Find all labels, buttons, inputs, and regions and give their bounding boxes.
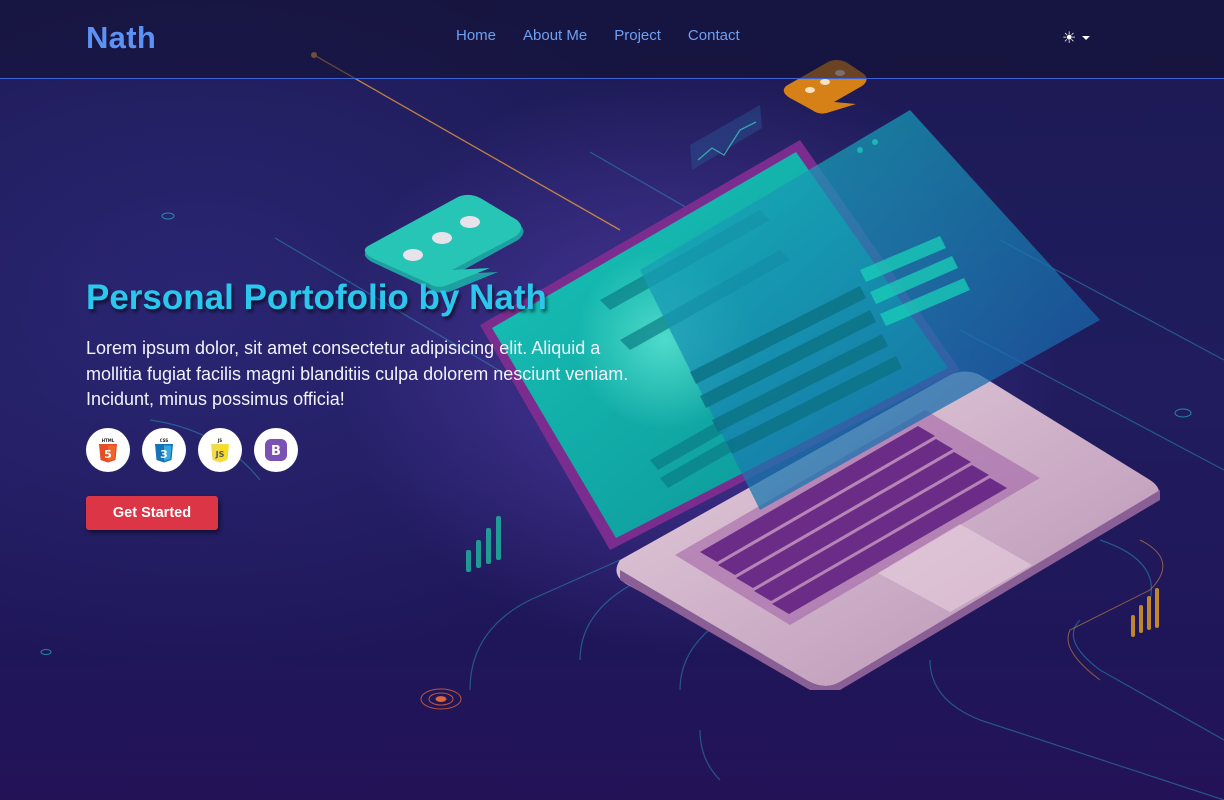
brand-logo[interactable]: Nath <box>86 20 156 56</box>
hero-description: Lorem ipsum dolor, sit amet consectetur … <box>86 338 629 409</box>
css3-icon-glyph: 3 <box>160 448 168 461</box>
theme-toggle-dropdown[interactable]: ☀ <box>1062 28 1091 47</box>
hero-section: Personal Portofolio by Nath Lorem ipsum … <box>86 278 646 530</box>
css3-icon: CSS 3 <box>142 427 186 472</box>
nav-link-project[interactable]: Project <box>614 27 661 44</box>
tech-icons: HTML 5 CSS 3 JS JS B <box>86 427 646 472</box>
nav-link-contact[interactable]: Contact <box>688 27 740 44</box>
nav-link-about-me[interactable]: About Me <box>523 27 587 44</box>
caret-down-icon <box>1082 36 1091 40</box>
hero-title: Personal Portofolio by Nath <box>86 278 547 317</box>
javascript-icon-glyph: JS <box>215 450 225 459</box>
navbar: Nath Home About Me Project Contact ☀ <box>0 0 1224 79</box>
html5-icon-label: HTML <box>102 438 115 443</box>
nav-links: Home About Me Project Contact <box>456 27 740 44</box>
css3-icon-label: CSS <box>160 438 169 443</box>
sun-icon: ☀ <box>1062 28 1077 47</box>
html5-icon: HTML 5 <box>86 427 130 472</box>
javascript-icon-label: JS <box>217 438 222 443</box>
get-started-button[interactable]: Get Started <box>86 495 218 530</box>
javascript-icon: JS JS <box>198 427 242 472</box>
html5-icon-glyph: 5 <box>104 448 112 461</box>
bootstrap-icon: B <box>254 427 298 472</box>
bootstrap-icon-glyph: B <box>271 444 281 459</box>
nav-link-home[interactable]: Home <box>456 27 496 44</box>
